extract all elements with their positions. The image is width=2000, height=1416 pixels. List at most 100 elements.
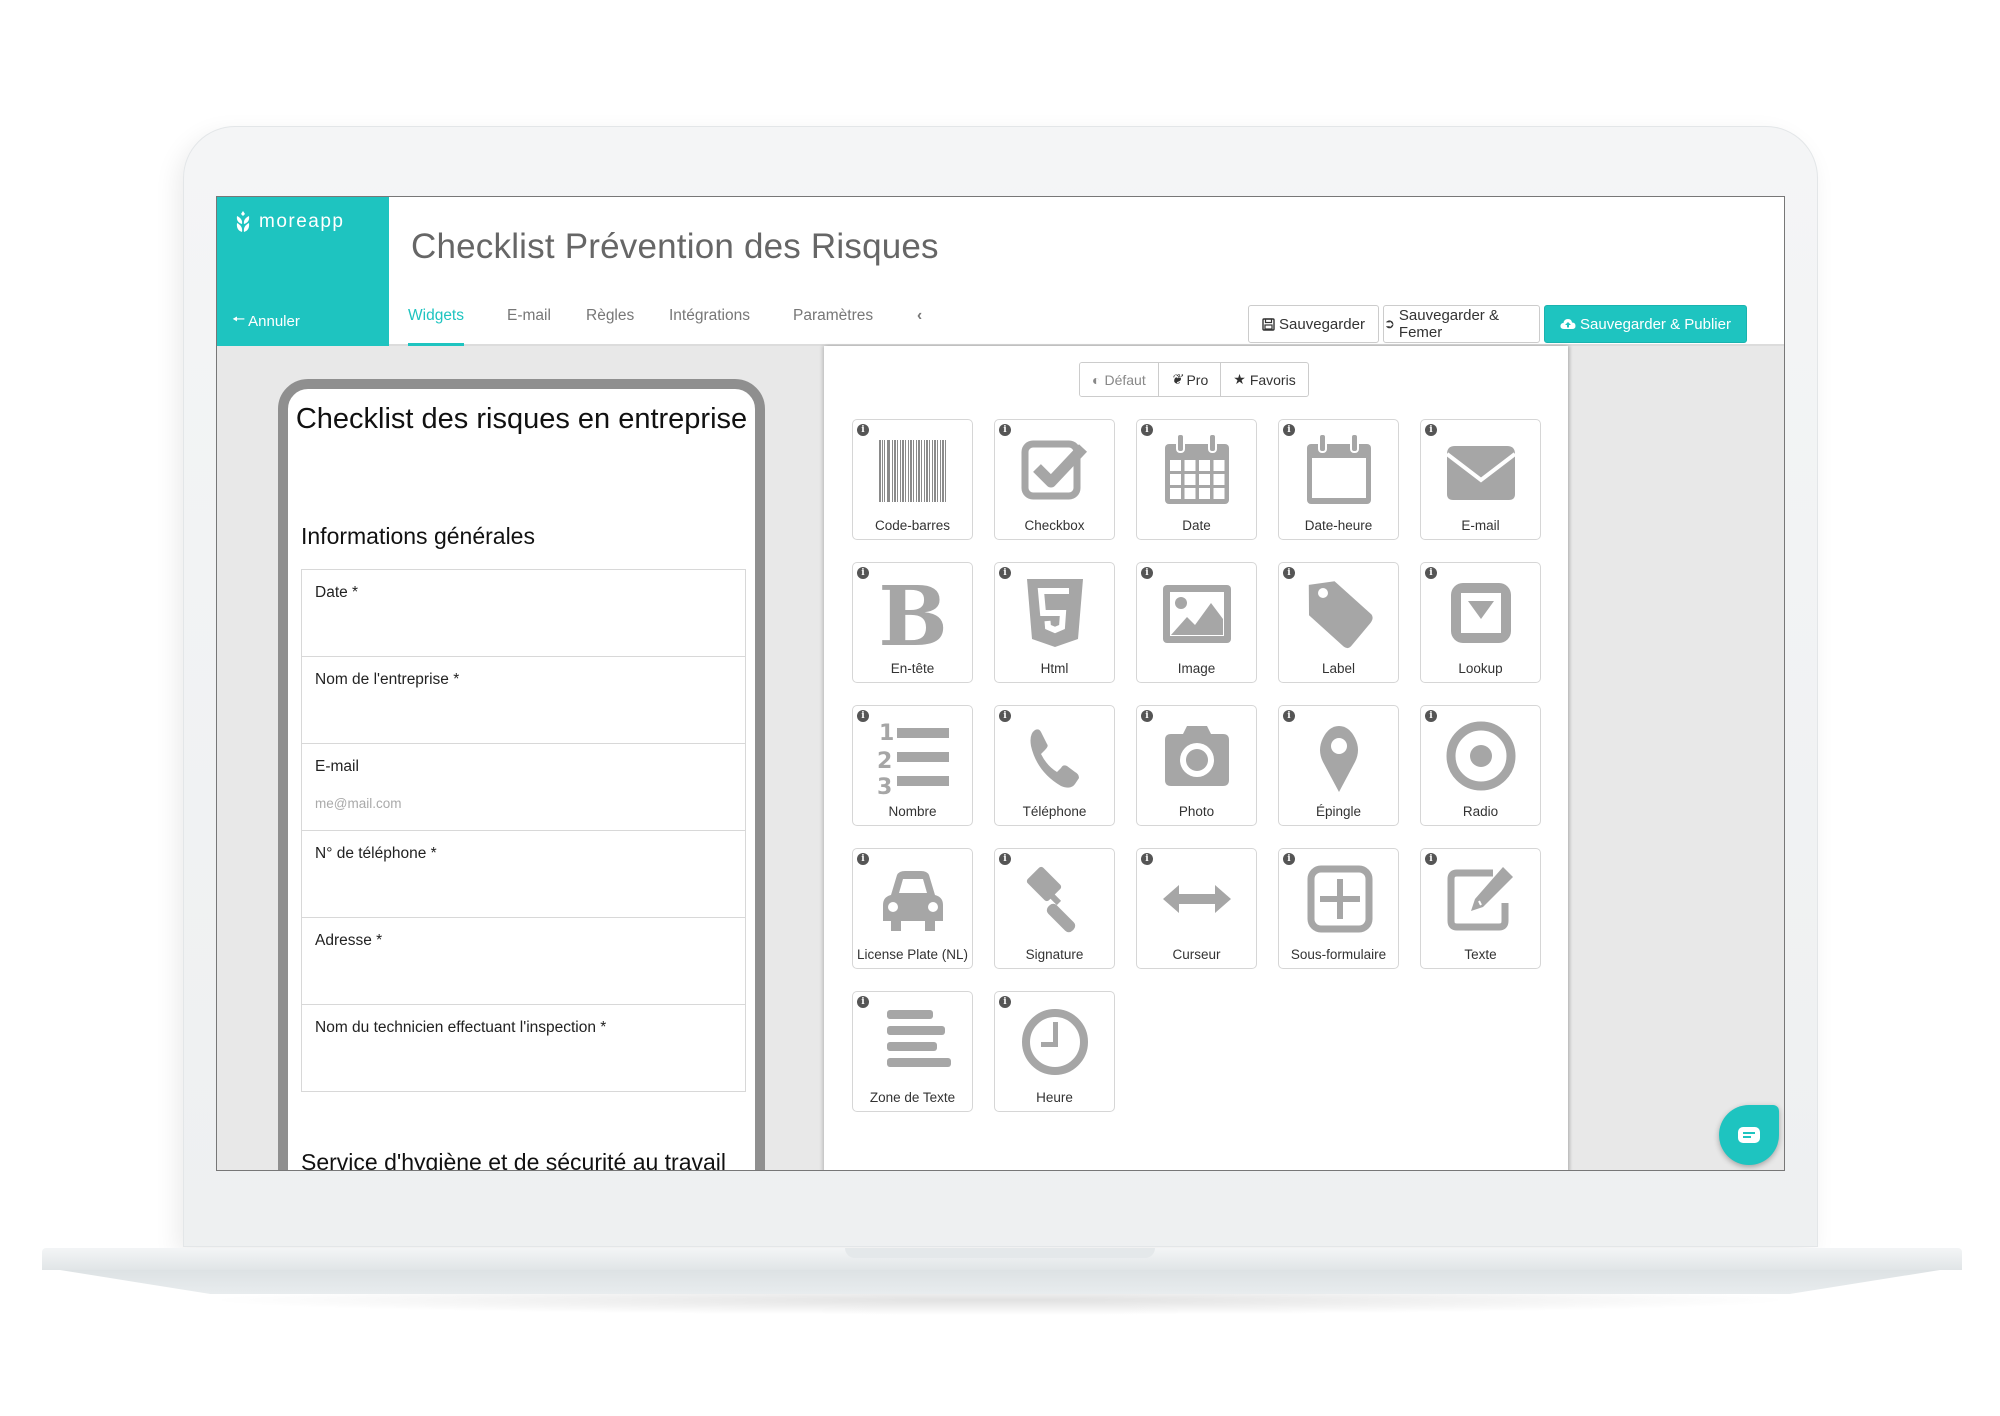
form-preview-title: Checklist des risques en entreprise <box>295 403 748 435</box>
info-icon[interactable]: i <box>1283 424 1295 436</box>
widget-tile[interactable]: i Texte <box>1420 848 1541 969</box>
widget-tile[interactable]: i Lookup <box>1420 562 1541 683</box>
tab-integrations[interactable]: Intégrations <box>669 307 750 343</box>
field-label: Date * <box>315 584 359 601</box>
info-icon[interactable]: i <box>857 710 869 722</box>
save-button[interactable]: Sauvegarder <box>1248 305 1379 343</box>
widget-tile[interactable]: i Html <box>994 562 1115 683</box>
text-lines-icon <box>887 1010 951 1067</box>
form-field-technician[interactable]: Nom du technicien effectuant l'inspectio… <box>302 1005 745 1092</box>
info-icon[interactable]: i <box>857 996 869 1008</box>
widget-label: Curseur <box>1172 947 1221 962</box>
widget-label: Checkbox <box>1024 518 1085 533</box>
calendar-icon <box>1165 433 1229 504</box>
info-icon[interactable]: i <box>1283 853 1295 865</box>
widget-label: Image <box>1177 661 1216 676</box>
info-icon[interactable]: i <box>999 853 1011 865</box>
info-icon[interactable]: i <box>1283 710 1295 722</box>
widget-tile[interactable]: i Curseur <box>1136 848 1257 969</box>
info-icon[interactable]: i <box>1141 424 1153 436</box>
chat-button[interactable] <box>1719 1105 1779 1165</box>
info-icon[interactable]: i <box>1425 567 1437 579</box>
save-publish-button[interactable]: Sauvegarder & Publier <box>1544 305 1747 343</box>
info-icon[interactable]: i <box>1425 424 1437 436</box>
info-icon[interactable]: i <box>1425 710 1437 722</box>
widget-tile[interactable]: i License Plate (NL) <box>852 848 973 969</box>
filter-default-button[interactable]: ◐ Défaut <box>1080 363 1159 396</box>
section-header: Informations générales <box>301 523 535 549</box>
tab-settings[interactable]: Paramètres <box>793 307 873 343</box>
widget-tile[interactable]: i Date-heure <box>1278 419 1399 540</box>
svg-text:1: 1 <box>879 721 894 746</box>
field-label: E-mail <box>315 758 359 775</box>
widget-label: Code-barres <box>874 518 951 533</box>
form-field-email[interactable]: E-mail me@mail.com <box>302 744 745 831</box>
bold-icon: B <box>878 573 947 653</box>
widget-tile[interactable]: i Épingle <box>1278 705 1399 826</box>
info-icon[interactable]: i <box>999 996 1011 1008</box>
widget-tile[interactable]: i Image <box>1136 562 1257 683</box>
form-field-company[interactable]: Nom de l'entreprise * <box>302 657 745 744</box>
info-icon[interactable]: i <box>857 424 869 436</box>
info-icon[interactable]: i <box>1283 567 1295 579</box>
dashboard-icon: ◐ <box>1092 371 1101 388</box>
field-placeholder: me@mail.com <box>315 796 402 811</box>
info-icon[interactable]: i <box>1141 710 1153 722</box>
save-close-button[interactable]: ➲ Sauvegarder & Femer <box>1383 305 1540 343</box>
tab-rules[interactable]: Règles <box>586 307 634 343</box>
floppy-disk-icon <box>1262 317 1275 331</box>
widget-tile[interactable]: i Téléphone <box>994 705 1115 826</box>
dropdown-icon <box>1451 583 1511 643</box>
phone-preview: Checklist des risques en entreprise Info… <box>278 379 765 1170</box>
filter-favorites-button[interactable]: ★ Favoris <box>1221 363 1307 396</box>
info-icon[interactable]: i <box>1141 853 1153 865</box>
widget-tile[interactable]: i Zone de Texte <box>852 991 973 1112</box>
clock-icon <box>1022 1009 1088 1075</box>
star-icon: ★ <box>1233 371 1246 387</box>
brand-panel: moreapp 🠔 Annuler <box>217 197 389 346</box>
widget-tile[interactable]: i Date <box>1136 419 1257 540</box>
widget-tile[interactable]: i 1 2 3 Nombre <box>852 705 973 826</box>
widget-tile[interactable]: i Code-barres <box>852 419 973 540</box>
gavel-icon <box>1026 866 1076 933</box>
laptop-notch <box>845 1248 1155 1258</box>
widget-label: Sous-formulaire <box>1290 947 1387 962</box>
widget-tile[interactable]: i Heure <box>994 991 1115 1112</box>
form-field-phone[interactable]: N° de téléphone * <box>302 831 745 918</box>
form-field-address[interactable]: Adresse * <box>302 918 745 1005</box>
cloud-upload-icon <box>1560 319 1576 329</box>
filter-pro-button[interactable]: ❦ Pro <box>1159 363 1222 396</box>
info-icon[interactable]: i <box>999 424 1011 436</box>
info-icon[interactable]: i <box>999 710 1011 722</box>
sign-out-icon: ➲ <box>1384 316 1395 331</box>
radio-icon <box>1446 721 1516 791</box>
info-icon[interactable]: i <box>999 567 1011 579</box>
field-list: Date * Nom de l'entreprise * E-mail me@ma… <box>301 569 746 1092</box>
widget-tile[interactable]: i Radio <box>1420 705 1541 826</box>
widget-tile[interactable]: i E-mail <box>1420 419 1541 540</box>
info-icon[interactable]: i <box>1425 853 1437 865</box>
logo: moreapp <box>235 211 345 233</box>
widget-label: Label <box>1321 661 1356 676</box>
widget-label: Nombre <box>888 804 937 819</box>
widget-tile[interactable]: i B En-tête <box>852 562 973 683</box>
form-field-date[interactable]: Date * <box>302 570 745 657</box>
save-publish-label: Sauvegarder & Publier <box>1580 315 1731 333</box>
widget-label: Heure <box>1036 1090 1073 1105</box>
widget-label: En-tête <box>890 661 935 676</box>
widget-label: License Plate (NL) <box>856 947 969 962</box>
widget-tile[interactable]: i Sous-formulaire <box>1278 848 1399 969</box>
edit-icon <box>1447 867 1513 931</box>
info-icon[interactable]: i <box>857 567 869 579</box>
widget-tile[interactable]: i Signature <box>994 848 1115 969</box>
chevron-left-icon[interactable]: ‹ <box>917 307 922 343</box>
info-icon[interactable]: i <box>857 853 869 865</box>
svg-text:B: B <box>878 573 947 653</box>
widget-tile[interactable]: i Label <box>1278 562 1399 683</box>
widget-tile[interactable]: i Checkbox <box>994 419 1115 540</box>
cancel-button[interactable]: 🠔 Annuler <box>232 309 300 334</box>
widget-tile[interactable]: i Photo <box>1136 705 1257 826</box>
tab-email[interactable]: E-mail <box>507 307 551 343</box>
tab-widgets[interactable]: Widgets <box>408 307 464 346</box>
info-icon[interactable]: i <box>1141 567 1153 579</box>
